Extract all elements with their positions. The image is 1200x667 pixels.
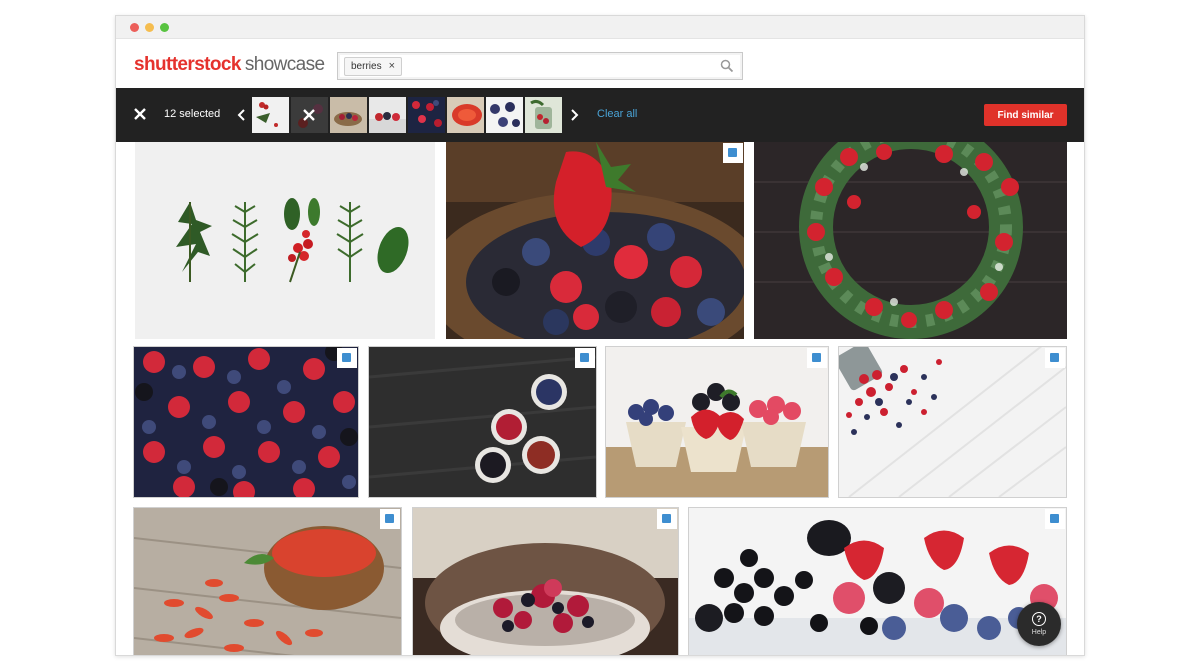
selected-thumbnail[interactable] xyxy=(408,97,445,133)
result-image xyxy=(839,347,1066,497)
result-image xyxy=(689,508,1066,655)
close-selection-icon[interactable] xyxy=(132,106,148,122)
image-result-card[interactable] xyxy=(754,142,1067,339)
select-checkbox[interactable] xyxy=(1045,509,1065,529)
select-checkbox[interactable] xyxy=(380,509,400,529)
selected-thumbnail-remove[interactable] xyxy=(291,97,328,133)
select-checkbox[interactable] xyxy=(723,143,743,163)
selected-thumbnail[interactable] xyxy=(369,97,406,133)
search-icon[interactable] xyxy=(720,59,734,73)
result-image xyxy=(606,347,828,497)
result-image xyxy=(134,508,401,655)
select-checkbox[interactable] xyxy=(1045,348,1065,368)
select-checkbox[interactable] xyxy=(337,348,357,368)
chip-remove-icon[interactable]: × xyxy=(389,60,395,72)
result-image xyxy=(754,142,1067,339)
find-similar-button[interactable]: Find similar xyxy=(984,104,1067,126)
logo-product: showcase xyxy=(244,54,325,75)
selection-bar: 12 selected Clear all Find similar xyxy=(116,88,1084,142)
image-result-card[interactable] xyxy=(368,346,597,498)
logo-brand: shutterstock xyxy=(134,54,241,75)
help-button[interactable]: ? Help xyxy=(1017,602,1061,646)
remove-thumbnail-icon[interactable] xyxy=(301,107,317,123)
checked-checkbox-icon xyxy=(342,353,351,362)
selected-count: 12 selected xyxy=(164,108,221,120)
selected-thumbnail[interactable] xyxy=(525,97,562,133)
app-header: shutterstock showcase berries × xyxy=(116,39,1084,88)
checked-checkbox-icon xyxy=(812,353,821,362)
checked-checkbox-icon xyxy=(580,353,589,362)
browser-window: shutterstock showcase berries × 12 selecte… xyxy=(115,15,1085,656)
image-results-grid xyxy=(116,142,1084,655)
image-result-card[interactable] xyxy=(446,142,744,339)
select-checkbox[interactable] xyxy=(807,348,827,368)
shutterstock-showcase-logo[interactable]: shutterstock showcase xyxy=(134,54,325,76)
result-image xyxy=(446,142,744,339)
selected-thumbnail[interactable] xyxy=(447,97,484,133)
selected-thumbnail[interactable] xyxy=(486,97,523,133)
select-checkbox[interactable] xyxy=(657,509,677,529)
image-result-card[interactable] xyxy=(133,507,402,655)
minimize-window-dot[interactable] xyxy=(145,23,154,32)
checked-checkbox-icon xyxy=(728,148,737,157)
image-result-card[interactable] xyxy=(838,346,1067,498)
chevron-right-icon[interactable] xyxy=(569,108,579,122)
title-bar xyxy=(116,16,1084,39)
result-image xyxy=(369,347,596,497)
chevron-left-icon[interactable] xyxy=(237,108,247,122)
selected-thumbnail[interactable] xyxy=(330,97,367,133)
image-result-card[interactable] xyxy=(605,346,829,498)
select-checkbox[interactable] xyxy=(575,348,595,368)
help-label: Help xyxy=(1031,629,1047,636)
image-result-card[interactable] xyxy=(412,507,679,655)
search-keyword-chip[interactable]: berries × xyxy=(344,57,403,76)
image-result-card[interactable] xyxy=(135,142,435,339)
checked-checkbox-icon xyxy=(662,514,671,523)
result-image xyxy=(134,347,358,497)
image-result-card[interactable] xyxy=(133,346,359,498)
checked-checkbox-icon xyxy=(1050,514,1059,523)
maximize-window-dot[interactable] xyxy=(160,23,169,32)
checked-checkbox-icon xyxy=(385,514,394,523)
clear-all-link[interactable]: Clear all xyxy=(597,108,637,120)
checked-checkbox-icon xyxy=(1050,353,1059,362)
selected-thumbnail[interactable] xyxy=(252,97,289,133)
result-image xyxy=(413,508,678,655)
chip-label: berries xyxy=(351,61,382,72)
image-result-card[interactable] xyxy=(688,507,1067,655)
result-image xyxy=(135,142,435,339)
help-icon: ? xyxy=(1032,612,1046,626)
search-field[interactable]: berries × xyxy=(337,52,743,80)
close-window-dot[interactable] xyxy=(130,23,139,32)
